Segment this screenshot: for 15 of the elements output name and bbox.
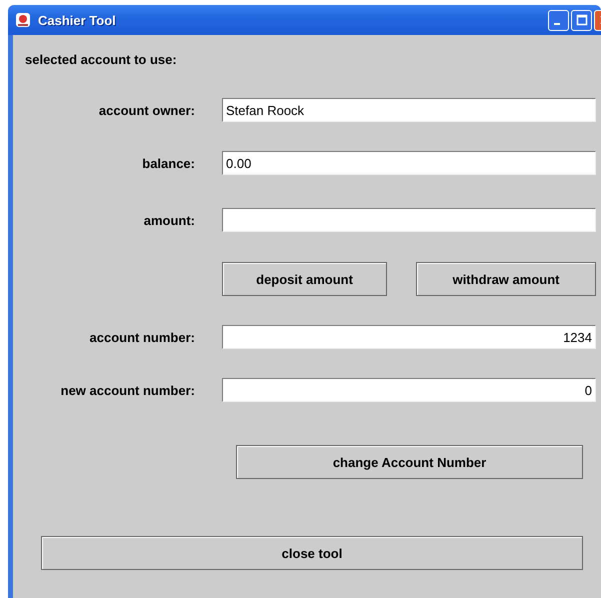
section-heading: selected account to use: [24, 51, 178, 67]
field-label: amount: [142, 212, 195, 228]
field-label: new account number: [60, 382, 195, 398]
field-label: balance: [141, 156, 195, 170]
input-field[interactable]: 1234 [222, 325, 596, 349]
amount-button[interactable]: deposit amount [222, 262, 388, 296]
field-label: account number: [88, 330, 195, 344]
input-field[interactable]: 0 [222, 378, 596, 402]
input-field[interactable]: Stefan Roock [222, 98, 596, 122]
window-title: Cashier Tool [38, 12, 116, 28]
field-label: account owner: [98, 102, 195, 118]
amount-button[interactable]: withdraw amount [416, 262, 596, 296]
close-tool-button[interactable]: close tool [41, 536, 583, 570]
change-account-button[interactable]: change Account Number [236, 445, 583, 479]
input-field[interactable]: 0.00 [222, 151, 596, 175]
